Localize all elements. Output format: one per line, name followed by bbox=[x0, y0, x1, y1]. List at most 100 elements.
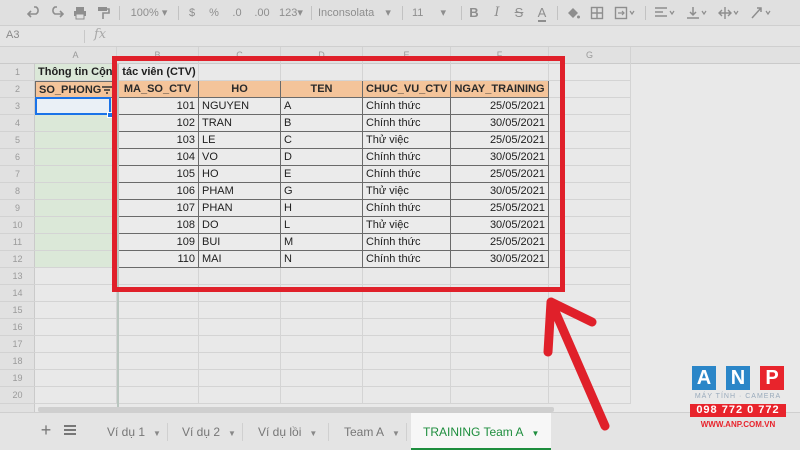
name-box[interactable]: A3 bbox=[6, 29, 19, 41]
row-header-1[interactable]: 1 bbox=[0, 64, 35, 81]
paint-format-icon[interactable] bbox=[93, 3, 113, 23]
chevron-down-icon[interactable]: ▼ bbox=[531, 429, 539, 438]
grid-cell[interactable] bbox=[117, 353, 199, 370]
grid-cell[interactable] bbox=[549, 302, 631, 319]
grid-cell[interactable] bbox=[363, 302, 451, 319]
grid-cell[interactable] bbox=[117, 370, 199, 387]
borders-icon[interactable] bbox=[587, 3, 607, 23]
text-color-button[interactable]: A bbox=[533, 3, 551, 23]
number-format-select[interactable]: 123▾ bbox=[276, 3, 306, 23]
grid-cell[interactable] bbox=[549, 319, 631, 336]
grid-cell[interactable] bbox=[35, 115, 117, 132]
grid-cell[interactable] bbox=[35, 217, 117, 234]
row-header-12[interactable]: 12 bbox=[0, 251, 35, 268]
grid-cell[interactable] bbox=[199, 302, 281, 319]
grid-cell[interactable] bbox=[35, 336, 117, 353]
grid-cell[interactable] bbox=[363, 370, 451, 387]
grid-cell[interactable] bbox=[117, 387, 199, 404]
row-header-4[interactable]: 4 bbox=[0, 115, 35, 132]
row-header-7[interactable]: 7 bbox=[0, 166, 35, 183]
selected-cell[interactable] bbox=[35, 97, 111, 115]
grid-cell[interactable] bbox=[35, 200, 117, 217]
grid-cell[interactable] bbox=[549, 370, 631, 387]
row-header-16[interactable]: 16 bbox=[0, 319, 35, 336]
grid-cell[interactable] bbox=[451, 387, 549, 404]
row-header-10[interactable]: 10 bbox=[0, 217, 35, 234]
row-header-20[interactable]: 20 bbox=[0, 387, 35, 404]
sheet-tab[interactable]: Ví dụ 1 ▼ bbox=[95, 413, 165, 450]
grid-cell[interactable] bbox=[35, 285, 117, 302]
row-header-8[interactable]: 8 bbox=[0, 183, 35, 200]
row-header-14[interactable]: 14 bbox=[0, 285, 35, 302]
grid-cell[interactable] bbox=[199, 387, 281, 404]
grid-cell[interactable] bbox=[35, 149, 117, 166]
grid-cell[interactable] bbox=[451, 353, 549, 370]
chevron-down-icon[interactable]: ▼ bbox=[392, 429, 400, 438]
grid-cell[interactable] bbox=[363, 319, 451, 336]
chevron-down-icon[interactable]: ▼ bbox=[309, 429, 317, 438]
add-sheet-icon[interactable]: + bbox=[36, 420, 56, 440]
grid-cell[interactable] bbox=[281, 353, 363, 370]
increase-decimal-button[interactable]: .00 bbox=[250, 3, 274, 23]
zoom-select[interactable]: 100% ▾ bbox=[125, 3, 173, 23]
grid-cell[interactable] bbox=[117, 319, 199, 336]
chevron-down-icon[interactable]: ▼ bbox=[153, 429, 161, 438]
grid-cell[interactable] bbox=[199, 336, 281, 353]
grid-cell[interactable] bbox=[281, 387, 363, 404]
redo-icon[interactable] bbox=[47, 3, 67, 23]
all-sheets-icon[interactable] bbox=[63, 424, 77, 436]
grid-cell[interactable] bbox=[199, 319, 281, 336]
row-header-3[interactable]: 3 bbox=[0, 98, 35, 115]
grid-cell[interactable] bbox=[35, 370, 117, 387]
grid-cell[interactable] bbox=[35, 183, 117, 200]
sheet-tab[interactable]: Ví dụ 2 ▼ bbox=[170, 413, 240, 450]
sheet-tab[interactable]: TRAINING Team A ▼ bbox=[411, 413, 551, 450]
grid-cell[interactable] bbox=[363, 336, 451, 353]
sheet-tab[interactable]: Ví dụ lồi ▼ bbox=[246, 413, 326, 450]
text-wrap-icon[interactable] bbox=[715, 3, 743, 23]
horizontal-align-icon[interactable] bbox=[651, 3, 679, 23]
grid-cell[interactable] bbox=[35, 302, 117, 319]
grid-cell[interactable] bbox=[35, 268, 117, 285]
grid-cell[interactable] bbox=[35, 319, 117, 336]
print-icon[interactable] bbox=[70, 3, 90, 23]
row-header-15[interactable]: 15 bbox=[0, 302, 35, 319]
decrease-decimal-button[interactable]: .0 bbox=[228, 3, 246, 23]
grid-cell[interactable] bbox=[281, 319, 363, 336]
row-header-5[interactable]: 5 bbox=[0, 132, 35, 149]
grid-cell[interactable] bbox=[451, 319, 549, 336]
grid-cell[interactable] bbox=[35, 251, 117, 268]
grid-cell[interactable] bbox=[281, 336, 363, 353]
grid-cell[interactable] bbox=[35, 234, 117, 251]
row-header-18[interactable]: 18 bbox=[0, 353, 35, 370]
column-header-a[interactable]: A bbox=[35, 47, 117, 64]
grid-cell[interactable] bbox=[35, 132, 117, 149]
grid-cell[interactable] bbox=[117, 336, 199, 353]
grid-cell[interactable] bbox=[35, 353, 117, 370]
grid-cell[interactable] bbox=[451, 336, 549, 353]
row-header-11[interactable]: 11 bbox=[0, 234, 35, 251]
row-header-19[interactable]: 19 bbox=[0, 370, 35, 387]
chevron-down-icon[interactable]: ▼ bbox=[228, 429, 236, 438]
row-header-17[interactable]: 17 bbox=[0, 336, 35, 353]
italic-button[interactable]: I bbox=[488, 3, 506, 23]
grid-cell[interactable] bbox=[35, 166, 117, 183]
grid-cell[interactable] bbox=[549, 387, 631, 404]
header-so-phong[interactable]: SO_PHONG bbox=[35, 81, 117, 98]
merge-cells-icon[interactable] bbox=[611, 3, 639, 23]
sheet-tab[interactable]: Team A ▼ bbox=[332, 413, 404, 450]
text-rotation-icon[interactable] bbox=[747, 3, 775, 23]
row-header-6[interactable]: 6 bbox=[0, 149, 35, 166]
percent-button[interactable]: % bbox=[206, 3, 222, 23]
grid-cell[interactable] bbox=[549, 336, 631, 353]
vertical-align-icon[interactable] bbox=[683, 3, 711, 23]
grid-cell[interactable] bbox=[117, 302, 199, 319]
row-header-13[interactable]: 13 bbox=[0, 268, 35, 285]
grid-cell[interactable] bbox=[451, 370, 549, 387]
undo-icon[interactable] bbox=[24, 3, 44, 23]
grid-cell[interactable] bbox=[451, 302, 549, 319]
fill-color-icon[interactable] bbox=[563, 3, 583, 23]
grid-cell[interactable] bbox=[363, 387, 451, 404]
grid-cell[interactable] bbox=[199, 353, 281, 370]
font-family-select[interactable]: Inconsolata ▾ bbox=[318, 3, 394, 23]
